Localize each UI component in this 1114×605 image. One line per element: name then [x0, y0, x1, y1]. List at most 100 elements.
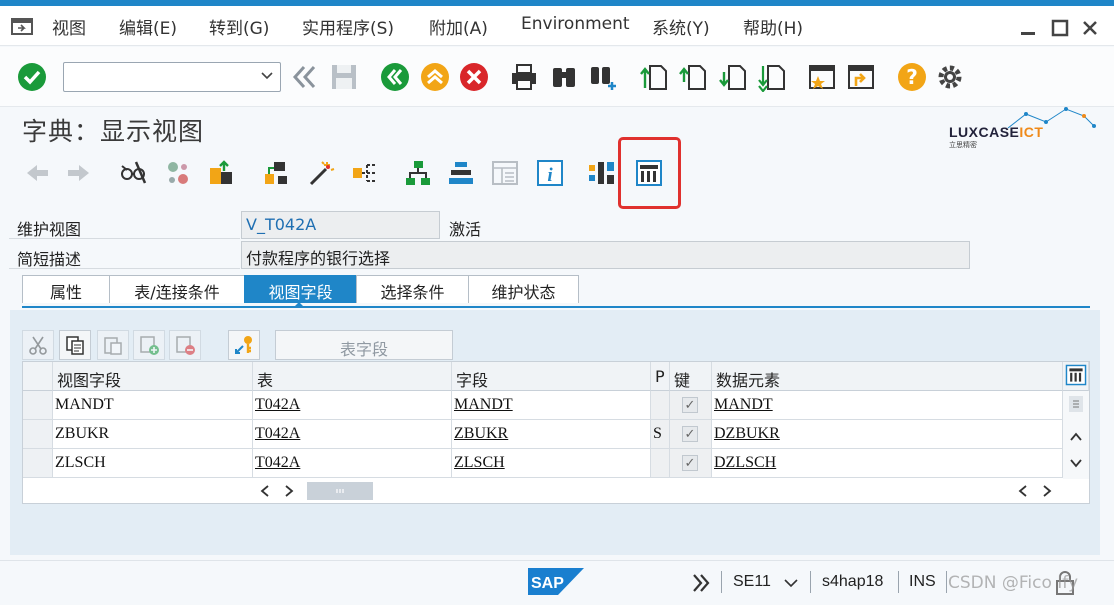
- cancel-icon[interactable]: [459, 62, 489, 92]
- last-page-icon[interactable]: [757, 62, 787, 92]
- next-page-icon[interactable]: [718, 62, 748, 92]
- table-row-table[interactable]: T042A: [253, 449, 452, 478]
- row-selector[interactable]: [23, 420, 53, 449]
- table-row-view-field[interactable]: ZBUKR: [53, 420, 253, 449]
- object-list-icon[interactable]: [403, 158, 433, 188]
- check-icon[interactable]: [17, 62, 47, 92]
- copy-icon[interactable]: [59, 330, 91, 360]
- table-row-field[interactable]: ZBUKR: [452, 420, 651, 449]
- next-object-icon[interactable]: [64, 158, 94, 188]
- menu-edit[interactable]: 编辑(E): [119, 14, 177, 39]
- tab-table-join[interactable]: 表/连接条件: [109, 275, 245, 303]
- table-row-p[interactable]: [651, 391, 670, 420]
- double-chevron-left-icon[interactable]: [290, 62, 320, 92]
- select-all-header[interactable]: [23, 362, 53, 391]
- shortcut-icon[interactable]: [846, 62, 876, 92]
- hierarchy-icon[interactable]: [350, 158, 380, 188]
- menu-system[interactable]: 系统(Y): [652, 14, 710, 39]
- table-row-table[interactable]: T042A: [253, 420, 452, 449]
- menu-help[interactable]: 帮助(H): [743, 14, 803, 39]
- menu-extras[interactable]: 附加(A): [429, 14, 488, 39]
- key-checkbox[interactable]: ✓: [682, 397, 698, 413]
- menu-view[interactable]: 视图: [52, 14, 86, 39]
- close-icon[interactable]: [1080, 18, 1100, 38]
- prev-page-icon[interactable]: [678, 62, 708, 92]
- chevron-right-icon[interactable]: [281, 483, 297, 499]
- table-row-data-element[interactable]: DZLSCH: [712, 449, 1063, 478]
- exit-icon[interactable]: [420, 62, 450, 92]
- menu-goto[interactable]: 转到(G): [209, 14, 269, 39]
- previous-object-icon[interactable]: [22, 158, 52, 188]
- structure-icon[interactable]: [587, 158, 617, 188]
- column-header-p[interactable]: P: [651, 362, 670, 391]
- layout-icon[interactable]: [490, 158, 520, 188]
- tab-view-fields[interactable]: 视图字段: [244, 275, 357, 303]
- magic-wand-icon[interactable]: [306, 158, 336, 188]
- paste-icon[interactable]: [97, 330, 129, 360]
- insert-mode[interactable]: INS: [909, 573, 936, 591]
- chevron-right-icon[interactable]: [1039, 483, 1055, 499]
- command-input[interactable]: [64, 63, 244, 91]
- back-icon[interactable]: [380, 62, 410, 92]
- tab-attributes[interactable]: 属性: [22, 275, 110, 303]
- vertical-scrollbar[interactable]: [1063, 391, 1089, 479]
- table-row-p[interactable]: [651, 449, 670, 478]
- column-header-key[interactable]: 键: [670, 362, 712, 391]
- key-checkbox[interactable]: ✓: [682, 455, 698, 471]
- column-header-data-element[interactable]: 数据元素: [712, 362, 1063, 391]
- double-chevron-right-icon[interactable]: [690, 572, 712, 594]
- table-row-field[interactable]: MANDT: [452, 391, 651, 420]
- other-object-icon[interactable]: [163, 158, 193, 188]
- find-next-icon[interactable]: [588, 62, 618, 92]
- table-row-field[interactable]: ZLSCH: [452, 449, 651, 478]
- row-selector[interactable]: [23, 391, 53, 420]
- column-header-view-field[interactable]: 视图字段: [53, 362, 253, 391]
- cut-icon[interactable]: [22, 330, 54, 360]
- chevron-up-icon[interactable]: [1068, 429, 1084, 445]
- info-icon[interactable]: i: [535, 158, 565, 188]
- table-fields-button[interactable]: 表字段: [275, 330, 453, 360]
- first-page-icon[interactable]: [639, 62, 669, 92]
- row-selector[interactable]: [23, 449, 53, 478]
- chevron-down-icon[interactable]: [1068, 455, 1084, 471]
- help-icon[interactable]: ?: [897, 62, 927, 92]
- horizontal-scrollbar[interactable]: [255, 480, 385, 502]
- new-session-icon[interactable]: [807, 62, 837, 92]
- tab-maintenance-status[interactable]: 维护状态: [468, 275, 579, 303]
- transaction-code[interactable]: SE11: [733, 573, 771, 591]
- menu-utilities[interactable]: 实用程序(S): [302, 14, 394, 39]
- settings-icon[interactable]: [935, 62, 965, 92]
- scroll-thumb-icon[interactable]: [1068, 395, 1084, 413]
- chevron-down-icon[interactable]: [260, 69, 274, 83]
- maximize-icon[interactable]: [1050, 18, 1070, 38]
- menu-icon[interactable]: [10, 16, 36, 38]
- key-checkbox[interactable]: ✓: [682, 426, 698, 442]
- table-row-view-field[interactable]: MANDT: [53, 391, 253, 420]
- find-icon[interactable]: [549, 62, 579, 92]
- table-row-table[interactable]: T042A: [253, 391, 452, 420]
- chevron-down-icon[interactable]: [783, 575, 799, 591]
- maintenance-view-value[interactable]: V_T042A: [241, 211, 440, 239]
- chevron-left-icon[interactable]: [1015, 483, 1031, 499]
- key-icon[interactable]: [228, 330, 260, 360]
- column-settings-icon[interactable]: [1063, 362, 1089, 391]
- column-header-field[interactable]: 字段: [452, 362, 651, 391]
- command-field[interactable]: [63, 62, 281, 92]
- horizontal-scrollbar-right[interactable]: [1013, 480, 1061, 502]
- display-change-icon[interactable]: [118, 158, 148, 188]
- where-used-icon[interactable]: [261, 158, 291, 188]
- table-row-p[interactable]: S: [651, 420, 670, 449]
- minimize-icon[interactable]: [1018, 18, 1038, 38]
- scroll-thumb[interactable]: [307, 482, 373, 500]
- print-icon[interactable]: [509, 62, 539, 92]
- save-icon[interactable]: [329, 62, 359, 92]
- chevron-left-icon[interactable]: [257, 483, 273, 499]
- short-desc-value[interactable]: 付款程序的银行选择: [241, 241, 970, 269]
- table-row-view-field[interactable]: ZLSCH: [53, 449, 253, 478]
- insert-row-icon[interactable]: [133, 330, 165, 360]
- check-object-icon[interactable]: [206, 158, 236, 188]
- tab-selection-conditions[interactable]: 选择条件: [356, 275, 469, 303]
- column-header-table[interactable]: 表: [253, 362, 452, 391]
- delete-row-icon[interactable]: [169, 330, 201, 360]
- menu-environment[interactable]: Environment: [521, 14, 630, 34]
